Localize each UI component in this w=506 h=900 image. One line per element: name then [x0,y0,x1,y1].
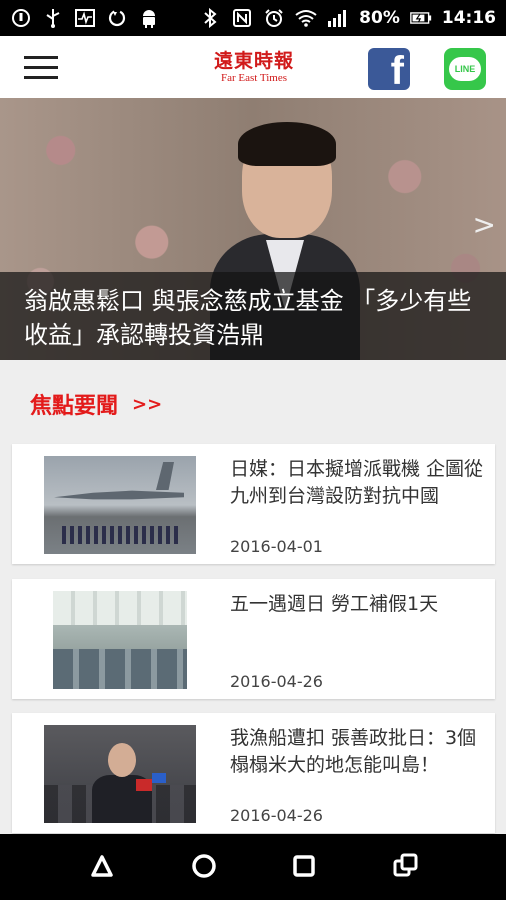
article-date: 2016-04-01 [230,537,323,556]
line-share-button[interactable]: LINE [444,48,486,90]
article-thumbnail [44,456,196,554]
facebook-icon: f [390,49,404,90]
status-left [10,7,160,29]
article-title: 我漁船遭扣 張善政批日：3個榻榻米大的地怎能叫島！ [230,727,477,776]
alarm-icon [263,7,285,29]
status-right: 80% 14:16 [199,7,496,29]
signal-icon [327,7,349,29]
bluetooth-icon [199,7,221,29]
battery-percent: 80% [359,8,400,28]
article-title: 五一遇週日 勞工補假1天 [230,593,439,615]
vpn-key-icon [10,7,32,29]
hero-carousel[interactable]: > 翁啟惠鬆口 與張念慈成立基金 「多少有些收益」承認轉投資浩鼎 [0,98,506,360]
clock: 14:16 [441,8,496,28]
sync-icon [106,7,128,29]
app-logo[interactable]: 遠東時報 Far East Times [200,50,308,88]
line-icon: LINE [449,57,481,81]
logo-chinese: 遠東時報 [213,50,294,72]
back-icon[interactable] [84,848,120,884]
article-title: 日媒：日本擬增派戰機 企圖從九州到台灣設防對抗中國 [230,458,484,507]
article-thumbnail [53,591,187,689]
status-bar: 80% 14:16 [0,0,506,36]
wifi-icon [295,7,317,29]
article-card[interactable]: 五一遇週日 勞工補假1天 2016-04-26 [12,579,495,699]
multi-window-icon[interactable] [388,848,424,884]
usb-icon [42,7,64,29]
android-icon [138,7,160,29]
hamburger-menu-icon[interactable] [24,56,60,80]
facebook-share-button[interactable]: f [368,48,410,90]
home-icon[interactable] [186,848,222,884]
article-date: 2016-04-26 [230,806,323,825]
article-card[interactable]: 日媒：日本擬增派戰機 企圖從九州到台灣設防對抗中國 2016-04-01 [12,444,495,564]
article-date: 2016-04-26 [230,672,323,691]
recents-icon[interactable] [286,848,322,884]
article-card[interactable]: 我漁船遭扣 張善政批日：3個榻榻米大的地怎能叫島！ 2016-04-26 [12,713,495,833]
hero-caption[interactable]: 翁啟惠鬆口 與張念慈成立基金 「多少有些收益」承認轉投資浩鼎 [0,272,506,360]
section-header: 焦點要聞 >> [30,388,162,420]
section-title: 焦點要聞 [30,394,119,419]
line-label: LINE [454,64,476,74]
nfc-icon [231,7,253,29]
article-thumbnail [44,725,196,823]
activity-monitor-icon [74,7,96,29]
battery-charging-icon [410,7,432,29]
logo-english: Far East Times [220,72,287,84]
carousel-next-arrow[interactable]: > [473,210,496,240]
section-more-link[interactable]: >> [132,394,162,415]
app-header: 遠東時報 Far East Times [0,36,506,98]
navigation-bar [0,834,506,900]
